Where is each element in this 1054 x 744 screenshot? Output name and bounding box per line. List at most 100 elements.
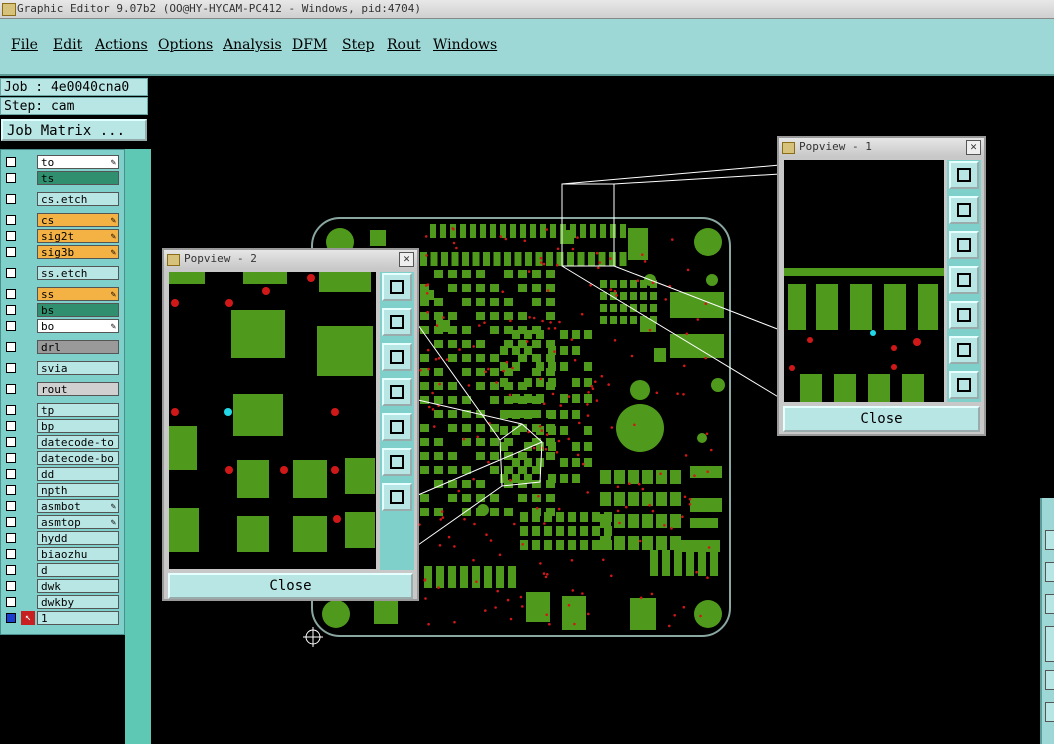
layer-row[interactable]: ss ✎ — [3, 287, 121, 301]
popview-2-close-icon[interactable]: ✕ — [399, 252, 414, 267]
layer-checkbox[interactable] — [6, 517, 16, 527]
menu-step[interactable]: Step — [342, 37, 374, 53]
popview-tool-button[interactable] — [382, 378, 412, 406]
layer-checkbox[interactable] — [6, 581, 16, 591]
layer-checkbox[interactable] — [6, 469, 16, 479]
menu-options[interactable]: Options — [158, 37, 213, 53]
layer-row[interactable]: bp — [3, 419, 121, 433]
layer-checkbox[interactable] — [6, 363, 16, 373]
menu-windows[interactable]: Windows — [433, 37, 497, 53]
layer-row[interactable]: datecode-to — [3, 435, 121, 449]
layer-row[interactable]: biaozhu — [3, 547, 121, 561]
smd-pad — [546, 452, 555, 460]
layer-checkbox[interactable] — [6, 549, 16, 559]
partial-control[interactable] — [1045, 562, 1054, 582]
popview-tool-button[interactable] — [949, 336, 979, 364]
layer-row[interactable]: tp — [3, 403, 121, 417]
partial-control[interactable] — [1045, 670, 1054, 690]
layer-row[interactable]: rout — [3, 382, 121, 396]
layer-checkbox[interactable] — [6, 613, 16, 623]
smd-pad — [451, 252, 459, 266]
layer-checkbox[interactable] — [6, 231, 16, 241]
layer-row[interactable]: dd — [3, 467, 121, 481]
popview-tool-button[interactable] — [382, 308, 412, 336]
layer-checkbox[interactable] — [6, 565, 16, 575]
layer-checkbox[interactable] — [6, 485, 16, 495]
menu-rout[interactable]: Rout — [387, 37, 421, 53]
popview-tool-button[interactable] — [949, 371, 979, 399]
layer-row[interactable]: drl — [3, 340, 121, 354]
smd-pad — [508, 566, 516, 588]
layer-checkbox[interactable] — [6, 453, 16, 463]
popview-2-view[interactable] — [169, 272, 376, 569]
layer-row[interactable]: cs.etch — [3, 192, 121, 206]
menu-actions[interactable]: Actions — [95, 37, 148, 53]
layer-checkbox[interactable] — [6, 289, 16, 299]
menu-analysis[interactable]: Analysis — [223, 37, 282, 53]
job-matrix-button[interactable]: Job Matrix ... — [1, 119, 147, 141]
popview-tool-button[interactable] — [382, 273, 412, 301]
menu-dfm[interactable]: DFM — [292, 37, 327, 53]
layer-checkbox[interactable] — [6, 157, 16, 167]
layer-row[interactable]: asmtop ✎ — [3, 515, 121, 529]
layer-row[interactable]: sig3b ✎ — [3, 245, 121, 259]
layer-row[interactable]: svia — [3, 361, 121, 375]
via — [655, 391, 659, 395]
layer-checkbox[interactable] — [6, 215, 16, 225]
smd-pad — [526, 592, 550, 622]
layer-checkbox[interactable] — [6, 173, 16, 183]
layer-checkbox[interactable] — [6, 533, 16, 543]
layer-row[interactable]: datecode-bo — [3, 451, 121, 465]
popview-1-close-icon[interactable]: ✕ — [966, 140, 981, 155]
popview-1-titlebar: Popview - 1 ✕ — [779, 138, 984, 156]
layer-row[interactable]: d — [3, 563, 121, 577]
layer-checkbox[interactable] — [6, 305, 16, 315]
layer-row[interactable]: asmbot ✎ — [3, 499, 121, 513]
layer-checkbox[interactable] — [6, 501, 16, 511]
popview-tool-button[interactable] — [949, 266, 979, 294]
layer-row[interactable]: cs ✎ — [3, 213, 121, 227]
partial-control[interactable] — [1045, 530, 1054, 550]
layer-checkbox[interactable] — [6, 321, 16, 331]
smd-pad — [584, 442, 592, 451]
layer-checkbox[interactable] — [6, 405, 16, 415]
layer-row[interactable]: to ✎ — [3, 155, 121, 169]
popview-tool-button[interactable] — [949, 231, 979, 259]
partial-control[interactable] — [1045, 594, 1054, 614]
layer-checkbox[interactable] — [6, 384, 16, 394]
layer-row[interactable]: ss.etch — [3, 266, 121, 280]
layer-checkbox[interactable] — [6, 194, 16, 204]
popview-tool-button[interactable] — [949, 161, 979, 189]
layer-checkbox[interactable] — [6, 421, 16, 431]
layer-row[interactable]: bo ✎ — [3, 319, 121, 333]
layer-row[interactable]: hydd — [3, 531, 121, 545]
partial-control[interactable] — [1045, 702, 1054, 722]
via — [544, 575, 548, 579]
layer-row[interactable]: npth — [3, 483, 121, 497]
layer-checkbox[interactable] — [6, 342, 16, 352]
layer-row[interactable]: dwkby — [3, 595, 121, 609]
layer-checkbox[interactable] — [6, 247, 16, 257]
popview-tool-button[interactable] — [382, 413, 412, 441]
layer-checkbox[interactable] — [6, 268, 16, 278]
menu-edit[interactable]: Edit — [53, 37, 82, 53]
layer-row[interactable]: dwk — [3, 579, 121, 593]
popview-tool-button[interactable] — [382, 343, 412, 371]
partial-control[interactable] — [1045, 626, 1054, 662]
layer-checkbox[interactable] — [6, 597, 16, 607]
layer-row[interactable]: ↖ 1 — [3, 611, 121, 625]
popview-1-view[interactable] — [784, 160, 944, 402]
layer-row[interactable]: bs — [3, 303, 121, 317]
popview-2-close-button[interactable]: Close — [168, 573, 413, 599]
layer-checkbox[interactable] — [6, 437, 16, 447]
smd-pad — [448, 270, 457, 278]
layer-row[interactable]: ts — [3, 171, 121, 185]
menu-file[interactable]: File — [11, 37, 38, 53]
popview-tool-button[interactable] — [949, 301, 979, 329]
popview-tool-button[interactable] — [382, 448, 412, 476]
popview-1-close-button[interactable]: Close — [783, 406, 980, 432]
via — [683, 364, 686, 368]
popview-tool-button[interactable] — [949, 196, 979, 224]
popview-tool-button[interactable] — [382, 483, 412, 511]
layer-row[interactable]: sig2t ✎ — [3, 229, 121, 243]
